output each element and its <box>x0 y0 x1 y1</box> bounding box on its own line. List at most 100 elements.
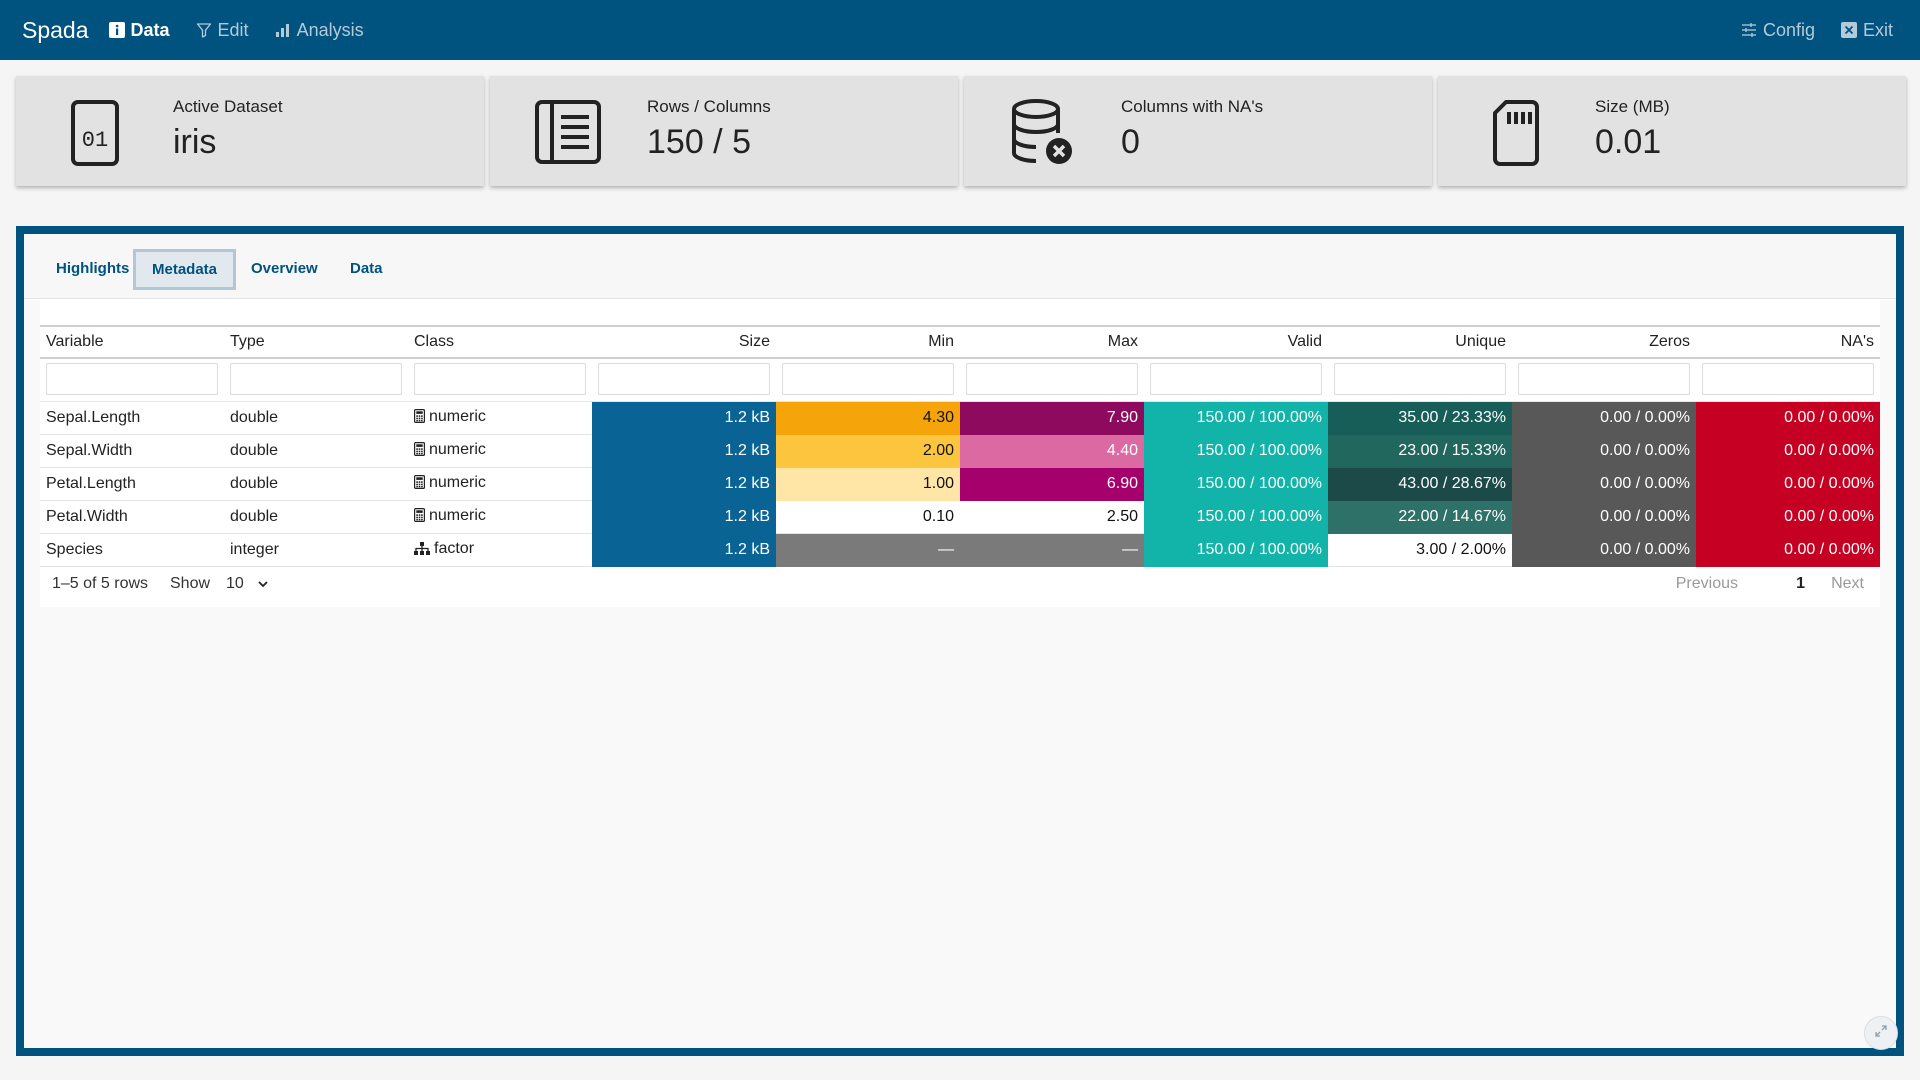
next-page-button[interactable]: Next <box>1831 575 1864 593</box>
table-row[interactable]: Species integer factor 1.2 kB — —150.00 / 100… <box>40 533 1880 567</box>
cell-min: 0.10 <box>776 500 960 534</box>
expand-button[interactable] <box>1864 1016 1898 1050</box>
page-length-select[interactable]: 10 <box>216 567 276 601</box>
value-box-active-dataset: 01 Active Dataset iris <box>16 76 484 186</box>
table-info: 1–5 of 5 rows <box>52 575 149 592</box>
column-header-class[interactable]: Class <box>408 325 592 359</box>
value-box-value: 0 <box>1121 123 1140 161</box>
nav-tab-data-label: Data <box>130 19 170 40</box>
cell-nas: 0.00 / 0.00% <box>1696 500 1880 534</box>
cell-nas: 0.00 / 0.00% <box>1696 434 1880 468</box>
cell-valid: 150.00 / 100.00% <box>1144 500 1328 534</box>
cell-unique: 43.00 / 28.67% <box>1328 467 1512 501</box>
table-header-row: Variable Type Class Size Min Max Valid U… <box>40 325 1880 359</box>
bar-chart-icon <box>275 22 291 38</box>
tab-data[interactable]: Data <box>334 249 399 290</box>
exit-label: Exit <box>1862 19 1893 40</box>
filter-variable[interactable] <box>46 363 218 396</box>
column-header-size[interactable]: Size <box>592 325 776 359</box>
cell-class: numeric <box>408 500 592 534</box>
filter-zeros[interactable] <box>1518 363 1690 396</box>
table-row[interactable]: Petal.Length double numeric 1.2 kB 1.00 6.90 1… <box>40 467 1880 501</box>
filter-max[interactable] <box>966 363 1138 396</box>
class-label: numeric <box>429 440 486 458</box>
nav-tab-analysis-label: Analysis <box>296 19 364 40</box>
class-label: numeric <box>429 407 486 425</box>
config-label: Config <box>1762 19 1815 40</box>
cell-variable: Petal.Width <box>40 500 224 534</box>
nav-tab-edit-label: Edit <box>217 19 249 40</box>
navbar-right: Config Exit <box>1715 20 1920 41</box>
show-label: Show <box>170 575 211 592</box>
metadata-table-panel: Variable Type Class Size Min Max Valid U… <box>40 300 1880 607</box>
table-row[interactable]: Sepal.Width double numeric 1.2 kB 2.00 4.40 15… <box>40 434 1880 468</box>
value-box-rows-columns: Rows / Columns 150 / 5 <box>490 76 958 186</box>
cell-valid: 150.00 / 100.00% <box>1144 533 1328 567</box>
cell-max: 2.50 <box>960 500 1144 534</box>
page-1-button[interactable]: 1 <box>1796 575 1805 593</box>
sd-card-icon <box>1480 96 1552 168</box>
cell-min: 1.00 <box>776 467 960 501</box>
cell-variable: Species <box>40 533 224 567</box>
filter-valid[interactable] <box>1150 363 1322 396</box>
cell-zeros: 0.00 / 0.00% <box>1512 401 1696 435</box>
cell-valid: 150.00 / 100.00% <box>1144 434 1328 468</box>
column-header-variable[interactable]: Variable <box>40 325 224 359</box>
column-header-valid[interactable]: Valid <box>1144 325 1328 359</box>
page-length-value: 10 <box>226 575 244 592</box>
column-header-nas[interactable]: NA's <box>1696 325 1880 359</box>
tab-metadata[interactable]: Metadata <box>133 249 237 290</box>
cell-min: — <box>776 533 960 567</box>
tab-overview[interactable]: Overview <box>235 249 334 290</box>
svg-text:01: 01 <box>82 128 108 153</box>
value-box-label: Active Dataset <box>173 97 283 116</box>
nav-tab-data[interactable]: Data <box>108 19 170 41</box>
cell-zeros: 0.00 / 0.00% <box>1512 500 1696 534</box>
brand[interactable]: Spada <box>22 17 89 44</box>
exit-link[interactable]: Exit <box>1840 19 1893 41</box>
cell-class: numeric <box>408 434 592 468</box>
nav-tab-analysis[interactable]: Analysis <box>275 20 364 41</box>
cell-valid: 150.00 / 100.00% <box>1144 467 1328 501</box>
filter-size[interactable] <box>598 363 770 396</box>
column-header-min[interactable]: Min <box>776 325 960 359</box>
column-header-max[interactable]: Max <box>960 325 1144 359</box>
database-x-icon <box>1006 96 1078 168</box>
close-square-icon <box>1840 22 1857 38</box>
cell-min: 2.00 <box>776 434 960 468</box>
cell-type: integer <box>224 533 408 567</box>
cell-nas: 0.00 / 0.00% <box>1696 467 1880 501</box>
navbar: Spada Data Edit Analysis Config Exit <box>0 0 1920 60</box>
calculator-icon <box>414 441 426 461</box>
cell-size: 1.2 kB <box>592 533 776 567</box>
cell-class: factor <box>408 533 592 567</box>
cell-min: 4.30 <box>776 401 960 435</box>
value-box-label: Columns with NA's <box>1121 97 1264 116</box>
filter-type[interactable] <box>230 363 402 396</box>
filter-nas[interactable] <box>1702 363 1874 396</box>
cell-valid: 150.00 / 100.00% <box>1144 401 1328 435</box>
cell-size: 1.2 kB <box>592 401 776 435</box>
cell-size: 1.2 kB <box>592 434 776 468</box>
cell-type: double <box>224 467 408 501</box>
cell-max: 7.90 <box>960 401 1144 435</box>
config-link[interactable]: Config <box>1741 20 1815 41</box>
table-footer: 1–5 of 5 rows Show 10 Previous 1 Next <box>40 564 1880 604</box>
filter-min[interactable] <box>782 363 954 396</box>
previous-page-button[interactable]: Previous <box>1676 575 1738 593</box>
filter-unique[interactable] <box>1334 363 1506 396</box>
tab-highlights[interactable]: Highlights <box>40 249 145 290</box>
cell-size: 1.2 kB <box>592 500 776 534</box>
cell-max: 4.40 <box>960 434 1144 468</box>
table-row[interactable]: Sepal.Length double numeric 1.2 kB 4.30 7.90 1… <box>40 401 1880 435</box>
cell-type: double <box>224 434 408 468</box>
binary-file-icon: 01 <box>58 96 130 168</box>
column-header-type[interactable]: Type <box>224 325 408 359</box>
tab-box: Highlights Metadata Overview Data Variab… <box>16 226 1904 1056</box>
cell-type: double <box>224 500 408 534</box>
table-row[interactable]: Petal.Width double numeric 1.2 kB 0.10 2.50 15… <box>40 500 1880 534</box>
nav-tab-edit[interactable]: Edit <box>196 20 249 41</box>
column-header-unique[interactable]: Unique <box>1328 325 1512 359</box>
column-header-zeros[interactable]: Zeros <box>1512 325 1696 359</box>
filter-class[interactable] <box>414 363 586 396</box>
